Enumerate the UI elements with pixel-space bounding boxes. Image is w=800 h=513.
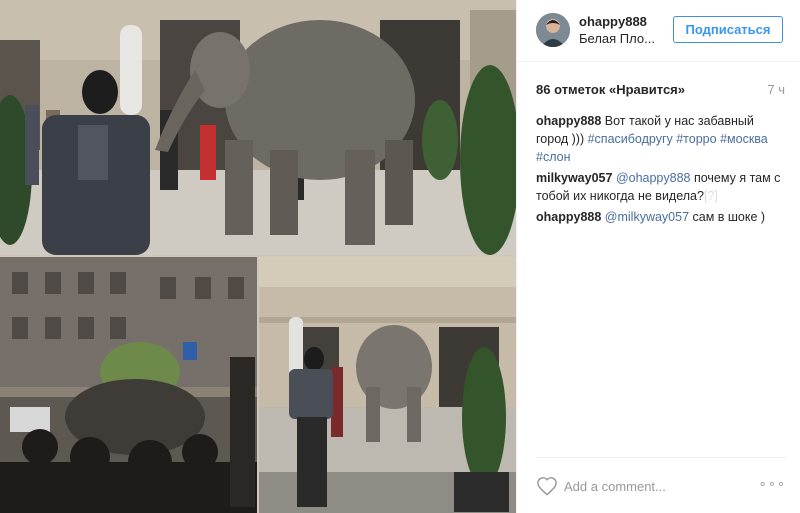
post-side-panel: ohappy888 Белая Пло... Подписаться 86 от… (516, 0, 800, 513)
likes-row: 86 отметок «Нравится» 7 ч (536, 82, 785, 97)
comments-list: ohappy888 Вот такой у нас забавный город… (536, 112, 786, 229)
hashtag[interactable]: #слон (536, 150, 571, 164)
comment-mention[interactable]: @milkyway057 (605, 210, 689, 224)
hashtag[interactable]: #спасибодругу (588, 132, 673, 146)
photo-street-crowd (0, 257, 257, 513)
post-footer: ∘∘∘ (536, 457, 786, 513)
post-photo-collage[interactable] (0, 0, 516, 513)
heart-icon[interactable] (536, 476, 558, 496)
comment-item: milkyway057 @ohappy888 почему я там с то… (536, 169, 786, 205)
comment-mention[interactable]: @ohappy888 (616, 171, 691, 185)
photo-elephant-back (259, 257, 516, 513)
comment-username[interactable]: milkyway057 (536, 171, 612, 185)
hashtag[interactable]: #торро (676, 132, 716, 146)
hashtag[interactable]: #москва (720, 132, 768, 146)
likes-count[interactable]: 86 отметок «Нравится» (536, 82, 685, 97)
follow-button[interactable]: Подписаться (673, 16, 783, 43)
comment-text: сам в шоке ) (689, 210, 766, 224)
add-comment-input[interactable] (564, 475, 744, 497)
comment-username[interactable]: ohappy888 (536, 114, 601, 128)
post-header: ohappy888 Белая Пло... Подписаться (517, 0, 800, 62)
comment-item: ohappy888 @milkyway057 сам в шоке ) (536, 208, 786, 226)
post-location[interactable]: Белая Пло... (579, 31, 659, 46)
avatar[interactable] (536, 13, 570, 47)
post-time[interactable]: 7 ч (767, 82, 785, 97)
comment-unrendered-emoji: [?] (703, 189, 718, 203)
comment-username[interactable]: ohappy888 (536, 210, 601, 224)
comment-item: ohappy888 Вот такой у нас забавный город… (536, 112, 786, 166)
post-author-username[interactable]: ohappy888 (579, 14, 647, 29)
photo-elephant-square (0, 0, 516, 255)
more-options-icon[interactable]: ∘∘∘ (759, 476, 786, 492)
instagram-post: ohappy888 Белая Пло... Подписаться 86 от… (0, 0, 800, 513)
